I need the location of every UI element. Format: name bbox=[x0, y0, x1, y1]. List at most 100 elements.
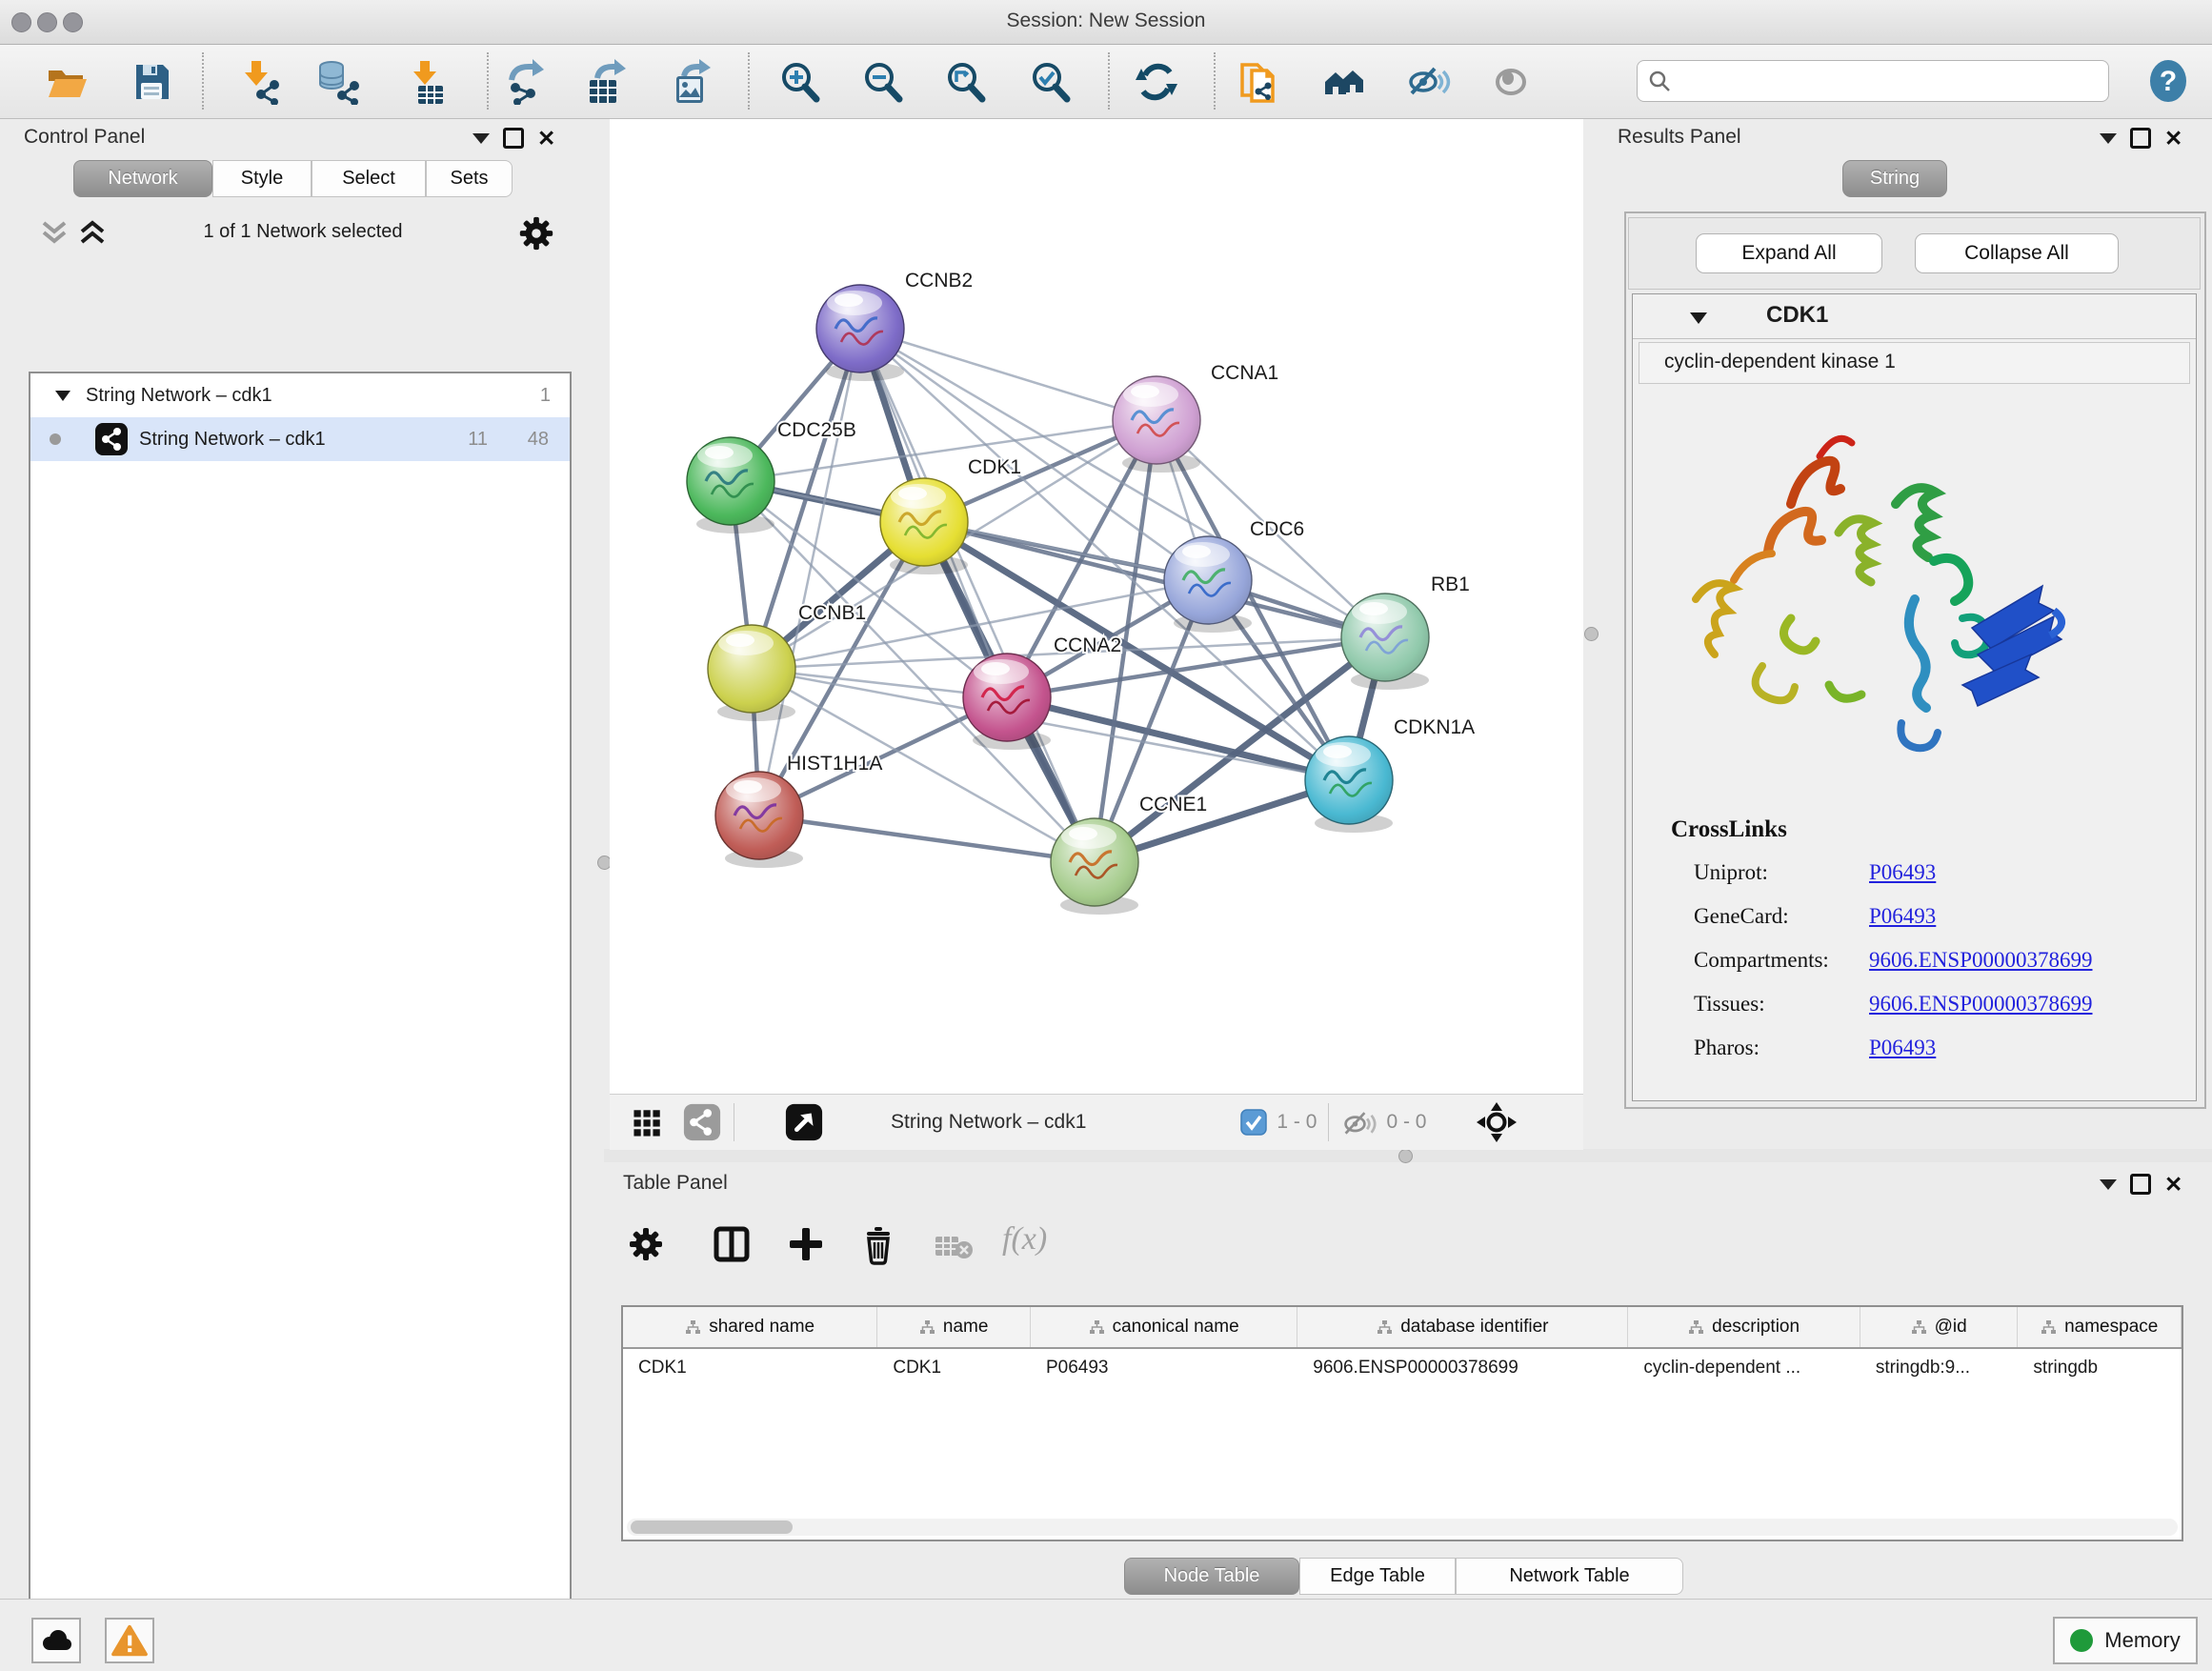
clone-network-icon[interactable] bbox=[1237, 59, 1282, 105]
zoom-fit-icon[interactable] bbox=[943, 59, 989, 105]
network-view-mode-icon[interactable] bbox=[682, 1102, 722, 1142]
add-column-icon[interactable] bbox=[785, 1223, 827, 1265]
network-collection-row[interactable]: String Network – cdk1 1 bbox=[30, 373, 570, 417]
float-panel-icon[interactable] bbox=[2130, 1174, 2151, 1195]
delete-column-trash-icon[interactable] bbox=[857, 1223, 899, 1265]
export-table-icon[interactable] bbox=[584, 59, 630, 105]
export-image-icon[interactable] bbox=[669, 59, 714, 105]
scrollbar-thumb[interactable] bbox=[631, 1520, 793, 1534]
grid-view-icon[interactable] bbox=[629, 1103, 667, 1141]
control-panel-window-controls: ✕ bbox=[473, 128, 555, 149]
expand-all-button[interactable]: Expand All bbox=[1696, 233, 1882, 273]
zoom-in-icon[interactable] bbox=[777, 59, 823, 105]
network-canvas[interactable]: CCNB2CCNA1CDC25BCDK1CDC6RB1CCNB1CCNA2CDK… bbox=[610, 119, 1583, 1094]
warnings-button[interactable] bbox=[105, 1618, 154, 1663]
column-header-database-identifier[interactable]: database identifier bbox=[1297, 1307, 1628, 1347]
memory-status-dot bbox=[2070, 1629, 2093, 1652]
collapse-all-icon[interactable] bbox=[38, 217, 70, 248]
network-node-CCNA1[interactable] bbox=[1113, 376, 1200, 473]
cdk1-section-header[interactable]: CDK1 bbox=[1633, 294, 2196, 339]
network-node-CDK1[interactable] bbox=[880, 478, 968, 574]
collapse-all-button[interactable]: Collapse All bbox=[1915, 233, 2119, 273]
help-button[interactable]: ? bbox=[2145, 58, 2191, 104]
float-panel-icon[interactable] bbox=[2130, 128, 2151, 149]
function-builder-icon-disabled: f(x) bbox=[1002, 1221, 1047, 1258]
search-input[interactable] bbox=[1672, 70, 2085, 92]
import-network-from-file-icon[interactable] bbox=[236, 59, 282, 105]
column-header-namespace[interactable]: namespace bbox=[2018, 1307, 2182, 1347]
tab-network-table[interactable]: Network Table bbox=[1456, 1558, 1683, 1595]
float-menu-icon[interactable] bbox=[2100, 133, 2117, 144]
network-label: String Network – cdk1 bbox=[139, 429, 326, 451]
zoom-out-icon[interactable] bbox=[860, 59, 906, 105]
network-node-CDKN1A[interactable] bbox=[1305, 736, 1393, 833]
network-node-HIST1H1A[interactable] bbox=[715, 772, 803, 868]
control-panel-tabs: NetworkStyleSelectSets bbox=[73, 160, 513, 197]
column-header-shared-name[interactable]: shared name bbox=[623, 1307, 877, 1347]
selected-checkbox-icon[interactable] bbox=[1240, 1109, 1267, 1136]
cloud-button[interactable] bbox=[31, 1618, 81, 1663]
close-panel-icon[interactable]: ✕ bbox=[2164, 1177, 2182, 1192]
crosslink-link[interactable]: P06493 bbox=[1869, 1036, 1936, 1059]
network-node-CCNA2[interactable] bbox=[963, 654, 1051, 750]
network-edge-CDK1-RB1 bbox=[924, 522, 1385, 637]
edge-count: 48 bbox=[528, 429, 549, 451]
crosslink-link[interactable]: 9606.ENSP00000378699 bbox=[1869, 948, 2093, 972]
close-panel-icon[interactable]: ✕ bbox=[2164, 131, 2182, 146]
float-menu-icon[interactable] bbox=[473, 133, 490, 144]
import-network-from-database-icon[interactable] bbox=[315, 59, 361, 105]
first-neighbors-icon[interactable] bbox=[1321, 59, 1367, 105]
column-header-name[interactable]: name bbox=[877, 1307, 1031, 1347]
network-row[interactable]: String Network – cdk1 11 48 bbox=[30, 417, 570, 461]
float-panel-icon[interactable] bbox=[503, 128, 524, 149]
column-header--id[interactable]: @id bbox=[1860, 1307, 2019, 1347]
search-field[interactable] bbox=[1637, 60, 2109, 102]
node-label-CDC25B: CDC25B bbox=[777, 419, 856, 441]
section-collapse-icon[interactable] bbox=[1688, 310, 1709, 326]
import-table-from-file-icon[interactable] bbox=[403, 59, 449, 105]
export-network-icon[interactable] bbox=[502, 59, 548, 105]
column-header-canonical-name[interactable]: canonical name bbox=[1031, 1307, 1297, 1347]
column-header-description[interactable]: description bbox=[1628, 1307, 1860, 1347]
tab-node-table[interactable]: Node Table bbox=[1124, 1558, 1299, 1595]
tab-edge-table[interactable]: Edge Table bbox=[1299, 1558, 1456, 1595]
float-menu-icon[interactable] bbox=[2100, 1179, 2117, 1190]
table-settings-gear-icon[interactable] bbox=[625, 1223, 667, 1265]
tab-string[interactable]: String bbox=[1842, 160, 1947, 197]
close-panel-icon[interactable]: ✕ bbox=[537, 131, 555, 146]
tab-style[interactable]: Style bbox=[212, 160, 312, 197]
expand-all-icon[interactable] bbox=[76, 217, 109, 248]
zoom-selected-icon[interactable] bbox=[1028, 59, 1074, 105]
save-session-icon[interactable] bbox=[129, 59, 174, 105]
birds-eye-view-icon[interactable] bbox=[1476, 1101, 1518, 1143]
bottom-splitter-handle[interactable] bbox=[1398, 1149, 1413, 1163]
hide-selected-icon[interactable] bbox=[1405, 59, 1451, 105]
show-columns-icon[interactable] bbox=[711, 1223, 753, 1265]
detach-view-icon[interactable] bbox=[784, 1102, 824, 1142]
gene-description: cyclin-dependent kinase 1 bbox=[1664, 351, 1896, 373]
table-cell: stringdb bbox=[2018, 1349, 2182, 1387]
open-session-icon[interactable] bbox=[44, 59, 90, 105]
column-label: namespace bbox=[2064, 1317, 2158, 1338]
refresh-view-icon[interactable] bbox=[1134, 59, 1179, 105]
network-node-CDC6[interactable] bbox=[1164, 536, 1252, 633]
tab-select[interactable]: Select bbox=[312, 160, 426, 197]
network-node-CCNE1[interactable] bbox=[1051, 818, 1138, 915]
node-label-CCNA2: CCNA2 bbox=[1054, 634, 1121, 656]
network-node-CCNB1[interactable] bbox=[708, 625, 795, 721]
tab-sets[interactable]: Sets bbox=[426, 160, 513, 197]
network-options-gear-icon[interactable] bbox=[516, 213, 556, 253]
network-node-CDC25B[interactable] bbox=[687, 437, 774, 534]
table-row[interactable]: CDK1CDK1P064939606.ENSP00000378699cyclin… bbox=[623, 1349, 2182, 1387]
crosslink-link[interactable]: P06493 bbox=[1869, 860, 1936, 884]
show-all-icon[interactable] bbox=[1488, 59, 1534, 105]
memory-button[interactable]: Memory bbox=[2053, 1617, 2198, 1664]
tree-expander-icon[interactable] bbox=[53, 388, 72, 403]
network-view-toolbar: String Network – cdk1 1 - 0 0 - 0 bbox=[610, 1094, 1583, 1150]
cloud-icon bbox=[39, 1627, 73, 1654]
crosslink-link[interactable]: P06493 bbox=[1869, 904, 1936, 928]
crosslink-link[interactable]: 9606.ENSP00000378699 bbox=[1869, 992, 2093, 1016]
tab-network[interactable]: Network bbox=[73, 160, 212, 197]
toolbar-separator bbox=[1214, 52, 1216, 110]
network-node-RB1[interactable] bbox=[1341, 594, 1429, 690]
